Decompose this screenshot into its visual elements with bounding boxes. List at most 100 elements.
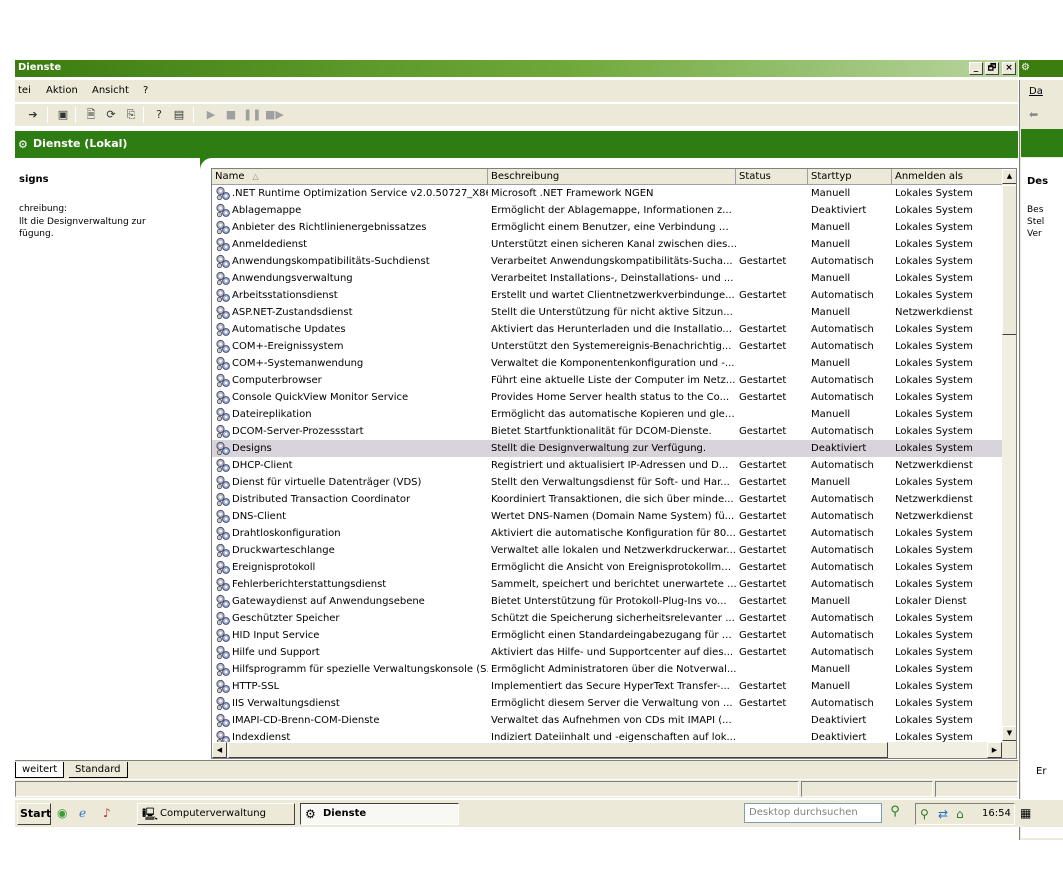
service-row[interactable]: Ereignisprotokoll Ermöglicht die Ansicht … xyxy=(212,559,1002,576)
service-row[interactable]: Dienst für virtuelle Datenträger (VDS) St… xyxy=(212,474,1002,491)
background-header xyxy=(1021,129,1063,157)
tray-overflow-icon[interactable]: ▦ xyxy=(1020,806,1031,820)
service-row[interactable]: Fehlerberichterstattungsdienst Sammelt, s… xyxy=(212,576,1002,593)
tab-extended[interactable]: weitert xyxy=(15,762,65,778)
service-description: Ermöglicht der Ablagemappe, Informatione… xyxy=(491,205,732,216)
desktop-search-input[interactable]: Desktop durchsuchen xyxy=(744,803,882,823)
background-tab[interactable]: Er xyxy=(1030,764,1052,780)
service-row[interactable]: IIS Verwaltungsdienst Ermöglicht diesem S… xyxy=(212,695,1002,712)
resume-icon[interactable]: ■▶ xyxy=(265,107,284,123)
services-list[interactable]: Name △ Beschreibung Status Starttyp Anmel… xyxy=(211,168,1017,759)
service-row[interactable]: Designs Stellt die Designverwaltung zur V… xyxy=(212,440,1002,457)
service-name: IMAPI-CD-Brenn-COM-Dienste xyxy=(232,715,380,726)
service-row[interactable]: Anwendungsverwaltung Verarbeitet Installa… xyxy=(212,270,1002,287)
export-icon[interactable]: ⎘ xyxy=(123,107,139,123)
play-icon[interactable]: ▶ xyxy=(203,107,219,123)
service-row[interactable]: HID Input Service Ermöglicht einen Standa… xyxy=(212,627,1002,644)
scroll-up-icon[interactable]: ▲ xyxy=(1002,169,1016,184)
taskbar-button-dienste[interactable]: ⚙ Dienste xyxy=(300,803,459,825)
horizontal-scrollbar[interactable]: ◀ ▶ xyxy=(212,742,1002,758)
service-row[interactable]: Distributed Transaction Coordinator Koord… xyxy=(212,491,1002,508)
taskbar-button-computerverwaltung[interactable]: 🖳 Computerverwaltung xyxy=(137,803,295,825)
service-row[interactable]: ASP.NET-Zustandsdienst Stellt die Unterst… xyxy=(212,304,1002,321)
menu-file[interactable]: tei xyxy=(18,85,31,96)
help-icon[interactable]: ? xyxy=(151,107,167,123)
column-header-logon[interactable]: Anmelden als xyxy=(892,169,1002,185)
service-logon: Lokales System xyxy=(895,426,973,437)
maximize-button[interactable]: 🗗 xyxy=(985,62,999,75)
service-name: COM+-Systemanwendung xyxy=(232,358,364,369)
column-header-starttype[interactable]: Starttyp xyxy=(808,169,892,185)
service-row[interactable]: Anwendungskompatibilitäts-Suchdienst Vera… xyxy=(212,253,1002,270)
pane-header-title: Dienste (Lokal) xyxy=(33,137,128,150)
service-row[interactable]: Hilfe und Support Aktiviert das Hilfe- un… xyxy=(212,644,1002,661)
service-starttype: Manuell xyxy=(811,596,851,607)
refresh-icon[interactable]: ⟳ xyxy=(103,107,119,123)
horizontal-scroll-thumb[interactable] xyxy=(228,742,888,758)
service-row[interactable]: Automatische Updates Aktiviert das Herunt… xyxy=(212,321,1002,338)
minimize-button[interactable]: _ xyxy=(969,62,983,75)
home-server-icon[interactable]: ⌂ xyxy=(956,807,964,821)
search-tray-icon[interactable]: ⚲ xyxy=(920,807,929,821)
menu-help[interactable]: ? xyxy=(143,85,148,96)
search-icon[interactable]: ⚲ xyxy=(885,803,905,823)
service-row[interactable]: Computerbrowser Führt eine aktuelle Liste… xyxy=(212,372,1002,389)
console-tree-icon[interactable]: ▣ xyxy=(55,107,71,123)
service-starttype: Manuell xyxy=(811,681,851,692)
service-row[interactable]: DNS-Client Wertet DNS-Namen (Domain Name … xyxy=(212,508,1002,525)
service-row[interactable]: .NET Runtime Optimization Service v2.0.5… xyxy=(212,185,1002,202)
service-gear-icon xyxy=(216,560,230,575)
menu-view[interactable]: Ansicht xyxy=(92,85,129,96)
column-header-status[interactable]: Status xyxy=(736,169,808,185)
internet-explorer-icon[interactable]: ℯ xyxy=(79,806,86,820)
service-row[interactable]: DHCP-Client Registriert und aktualisiert … xyxy=(212,457,1002,474)
scroll-right-icon[interactable]: ▶ xyxy=(987,742,1002,758)
service-row[interactable]: Hilfsprogramm für spezielle Verwaltungsk… xyxy=(212,661,1002,678)
network-icon[interactable]: ⇄ xyxy=(938,807,948,821)
service-row[interactable]: Drahtloskonfiguration Aktiviert die autom… xyxy=(212,525,1002,542)
service-row[interactable]: COM+-Ereignissystem Unterstützt den Syste… xyxy=(212,338,1002,355)
service-row[interactable]: IMAPI-CD-Brenn-COM-Dienste Verwaltet das … xyxy=(212,712,1002,729)
service-row[interactable]: DCOM-Server-Prozessstart Bietet Startfunk… xyxy=(212,423,1002,440)
vertical-scrollbar[interactable]: ▲ ▼ xyxy=(1002,169,1016,742)
service-icon xyxy=(215,560,231,575)
service-row[interactable]: HTTP-SSL Implementiert das Secure HyperTe… xyxy=(212,678,1002,695)
pause-icon[interactable]: ❚❚ xyxy=(243,107,261,123)
service-row[interactable]: Gatewaydienst auf Anwendungsebene Bietet … xyxy=(212,593,1002,610)
toolbar: ➔ ▣ 🗎 ⟳ ⎘ ? ▤ ▶ ■ ❚❚ ■▶ xyxy=(15,104,1018,126)
service-description: Schützt die Speicherung sicherheitsrelev… xyxy=(491,613,735,624)
vertical-scroll-thumb[interactable] xyxy=(1002,185,1016,335)
stop-icon[interactable]: ■ xyxy=(223,107,239,123)
service-row[interactable]: Druckwarteschlange Verwaltet alle lokalen… xyxy=(212,542,1002,559)
service-status: Gestartet xyxy=(739,460,787,471)
service-row[interactable]: Anbieter des Richtlinienergebnissatzes Er… xyxy=(212,219,1002,236)
service-logon: Netzwerkdienst xyxy=(895,307,973,318)
start-button[interactable]: Start xyxy=(17,803,51,825)
column-header-description[interactable]: Beschreibung xyxy=(488,169,736,185)
scroll-left-icon[interactable]: ◀ xyxy=(212,742,227,758)
service-row[interactable]: Geschützter Speicher Schützt die Speicher… xyxy=(212,610,1002,627)
desktop-icon[interactable]: ◉ xyxy=(57,806,67,820)
properties-icon[interactable]: 🗎 xyxy=(83,107,99,123)
menu-action[interactable]: Aktion xyxy=(46,85,78,96)
service-row[interactable]: Console QuickView Monitor Service Provide… xyxy=(212,389,1002,406)
window-titlebar[interactable]: Dienste _ 🗗 × xyxy=(15,60,1018,77)
service-row[interactable]: Dateireplikation Ermöglicht das automatis… xyxy=(212,406,1002,423)
forward-icon[interactable]: ➔ xyxy=(25,107,41,123)
back-icon[interactable]: ⬅ xyxy=(1029,108,1038,121)
show-hide-icon[interactable]: ▤ xyxy=(171,107,187,123)
tab-standard[interactable]: Standard xyxy=(69,762,128,778)
media-player-icon[interactable]: ♪ xyxy=(103,806,111,820)
service-row[interactable]: Arbeitsstationsdienst Erstellt und wartet… xyxy=(212,287,1002,304)
service-row[interactable]: COM+-Systemanwendung Verwaltet die Kompon… xyxy=(212,355,1002,372)
background-menu-item[interactable]: Da xyxy=(1029,86,1043,97)
background-window-titlebar[interactable]: ⚙ xyxy=(1019,60,1063,77)
service-status xyxy=(739,440,809,457)
close-button[interactable]: × xyxy=(1002,62,1016,75)
service-row[interactable]: Anmeldedienst Unterstützt einen sicheren … xyxy=(212,236,1002,253)
service-row[interactable]: Ablagemappe Ermöglicht der Ablagemappe, I… xyxy=(212,202,1002,219)
service-gear-icon xyxy=(216,407,230,422)
column-header-name[interactable]: Name △ xyxy=(212,169,488,185)
service-gear-icon xyxy=(216,492,230,507)
scroll-down-icon[interactable]: ▼ xyxy=(1002,726,1016,741)
